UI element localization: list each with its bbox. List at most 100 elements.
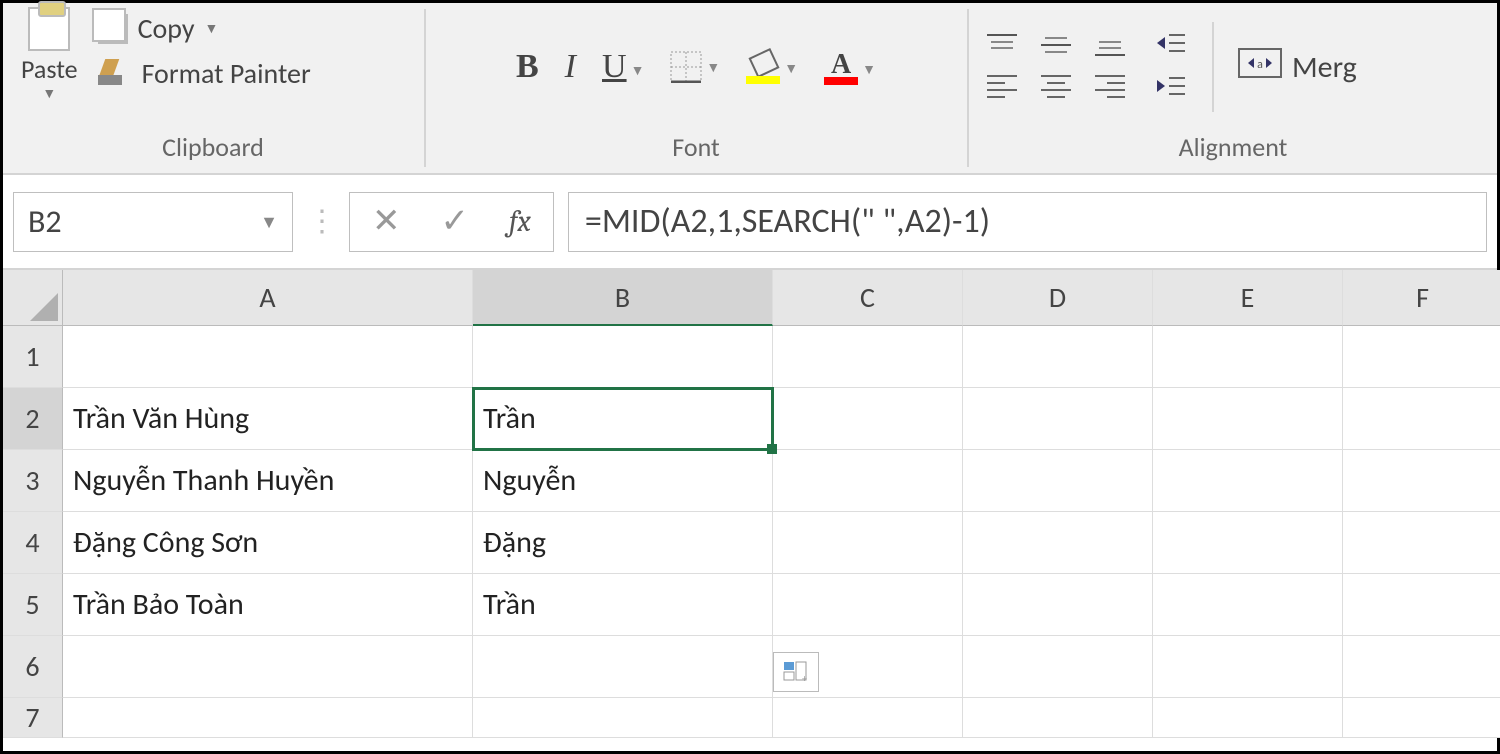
fx-icon[interactable]: fx bbox=[509, 204, 531, 239]
cell-E7[interactable] bbox=[1153, 698, 1343, 738]
cancel-formula-button[interactable]: ✕ bbox=[372, 201, 401, 242]
cell-D5[interactable] bbox=[963, 574, 1153, 636]
align-left-button[interactable] bbox=[985, 72, 1021, 102]
drag-handle-icon[interactable]: ⋮ bbox=[307, 203, 335, 240]
row-header-1[interactable]: 1 bbox=[3, 326, 63, 388]
cell-C4[interactable] bbox=[773, 512, 963, 574]
grid-row: Đặng Công Sơn Đặng bbox=[63, 512, 1500, 574]
cell-E1[interactable] bbox=[1153, 326, 1343, 388]
align-bottom-button[interactable] bbox=[1093, 32, 1129, 62]
increase-indent-button[interactable] bbox=[1147, 72, 1187, 105]
cell-A2[interactable]: Trần Văn Hùng bbox=[63, 388, 473, 450]
chevron-down-icon: ▼ bbox=[862, 63, 876, 79]
row-header-6[interactable]: 6 bbox=[3, 636, 63, 698]
cell-C1[interactable] bbox=[773, 326, 963, 388]
cell-D1[interactable] bbox=[963, 326, 1153, 388]
cell-F4[interactable] bbox=[1343, 512, 1500, 574]
align-middle-button[interactable] bbox=[1039, 32, 1075, 62]
autofill-options-button[interactable]: + bbox=[773, 652, 819, 692]
fill-color-button[interactable]: ▼ bbox=[746, 50, 798, 84]
grid-row bbox=[63, 326, 1500, 388]
cell-F6[interactable] bbox=[1343, 636, 1500, 698]
cell-F3[interactable] bbox=[1343, 450, 1500, 512]
paste-button[interactable]: Paste ▼ bbox=[13, 7, 86, 102]
cell-B7[interactable] bbox=[473, 698, 773, 738]
cell-E2[interactable] bbox=[1153, 388, 1343, 450]
cell-A7[interactable] bbox=[63, 698, 473, 738]
cell-F2[interactable] bbox=[1343, 388, 1500, 450]
merge-icon: a bbox=[1238, 48, 1282, 87]
row-header-5[interactable]: 5 bbox=[3, 574, 63, 636]
cell-B1[interactable] bbox=[473, 326, 773, 388]
align-center-button[interactable] bbox=[1039, 72, 1075, 102]
ribbon-group-clipboard: Paste ▼ Copy ▼ Format Painter Clipboard bbox=[3, 3, 423, 173]
enter-formula-button[interactable]: ✓ bbox=[441, 201, 470, 242]
paste-label: Paste bbox=[21, 53, 78, 85]
row-header-4[interactable]: 4 bbox=[3, 512, 63, 574]
name-box[interactable]: B2 ▼ bbox=[13, 192, 293, 252]
cell-C2[interactable] bbox=[773, 388, 963, 450]
name-box-value: B2 bbox=[28, 202, 62, 241]
cell-D3[interactable] bbox=[963, 450, 1153, 512]
cell-B6[interactable] bbox=[473, 636, 773, 698]
cell-A3[interactable]: Nguyễn Thanh Huyền bbox=[63, 450, 473, 512]
cell-C7[interactable] bbox=[773, 698, 963, 738]
cell-F5[interactable] bbox=[1343, 574, 1500, 636]
cell-D2[interactable] bbox=[963, 388, 1153, 450]
format-painter-label: Format Painter bbox=[142, 56, 311, 91]
chevron-down-icon[interactable]: ▼ bbox=[260, 211, 278, 233]
cell-C5[interactable] bbox=[773, 574, 963, 636]
cell-E6[interactable] bbox=[1153, 636, 1343, 698]
bold-button[interactable]: B bbox=[516, 48, 539, 86]
cell-B5[interactable]: Trần bbox=[473, 574, 773, 636]
chevron-down-icon: ▼ bbox=[205, 20, 219, 37]
grid-row bbox=[63, 698, 1500, 738]
cell-A5[interactable]: Trần Bảo Toàn bbox=[63, 574, 473, 636]
col-header-B[interactable]: B bbox=[473, 270, 773, 326]
cell-B4[interactable]: Đặng bbox=[473, 512, 773, 574]
decrease-indent-button[interactable] bbox=[1147, 29, 1187, 62]
cell-C3[interactable] bbox=[773, 450, 963, 512]
format-painter-icon bbox=[98, 59, 132, 89]
cell-A6[interactable] bbox=[63, 636, 473, 698]
col-header-A[interactable]: A bbox=[63, 270, 473, 326]
italic-button[interactable]: I bbox=[565, 48, 576, 86]
chevron-down-icon: ▼ bbox=[706, 61, 720, 77]
cell-E5[interactable] bbox=[1153, 574, 1343, 636]
cell-D6[interactable] bbox=[963, 636, 1153, 698]
font-color-button[interactable]: A ▼ bbox=[824, 49, 876, 85]
paste-icon bbox=[28, 7, 70, 51]
cell-D4[interactable] bbox=[963, 512, 1153, 574]
select-all-corner[interactable] bbox=[3, 270, 63, 326]
cell-A4[interactable]: Đặng Công Sơn bbox=[63, 512, 473, 574]
col-header-E[interactable]: E bbox=[1153, 270, 1343, 326]
chevron-down-icon: ▼ bbox=[784, 62, 798, 78]
cell-A1[interactable] bbox=[63, 326, 473, 388]
cell-B3[interactable]: Nguyễn bbox=[473, 450, 773, 512]
col-header-F[interactable]: F bbox=[1343, 270, 1500, 326]
row-header-2[interactable]: 2 bbox=[3, 388, 63, 450]
align-right-button[interactable] bbox=[1093, 72, 1129, 102]
row-header-3[interactable]: 3 bbox=[3, 450, 63, 512]
cell-E4[interactable] bbox=[1153, 512, 1343, 574]
row-header-7[interactable]: 7 bbox=[3, 698, 63, 738]
col-header-D[interactable]: D bbox=[963, 270, 1153, 326]
format-painter-button[interactable]: Format Painter bbox=[92, 52, 317, 95]
align-top-button[interactable] bbox=[985, 32, 1021, 62]
ribbon-group-font: B I U▼ ▼ ▼ A ▼ Font bbox=[426, 3, 966, 173]
underline-button[interactable]: U▼ bbox=[602, 48, 644, 86]
chevron-down-icon: ▼ bbox=[631, 64, 645, 80]
borders-button[interactable]: ▼ bbox=[670, 51, 720, 83]
cell-E3[interactable] bbox=[1153, 450, 1343, 512]
borders-icon bbox=[670, 51, 702, 83]
cell-D7[interactable] bbox=[963, 698, 1153, 738]
formula-input[interactable]: =MID(A2,1,SEARCH(" ",A2)-1) bbox=[568, 192, 1487, 252]
col-header-C[interactable]: C bbox=[773, 270, 963, 326]
merge-center-button[interactable]: a Merg bbox=[1232, 42, 1363, 93]
cell-F7[interactable] bbox=[1343, 698, 1500, 738]
cell-F1[interactable] bbox=[1343, 326, 1500, 388]
grid-row: Nguyễn Thanh Huyền Nguyễn bbox=[63, 450, 1500, 512]
group-separator bbox=[1211, 22, 1214, 112]
copy-button[interactable]: Copy ▼ bbox=[92, 7, 317, 50]
cell-B2[interactable]: Trần bbox=[473, 388, 773, 450]
